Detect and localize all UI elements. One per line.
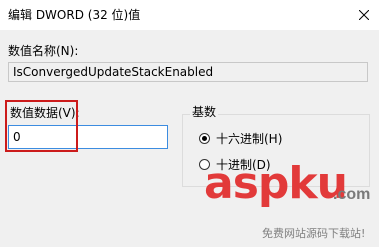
value-name-label: 数值名称(N):: [8, 44, 79, 58]
radio-hex-button[interactable]: [199, 133, 210, 144]
close-button[interactable]: [349, 0, 379, 30]
radio-hex-label: 十六进制(H): [216, 132, 283, 146]
watermark-subtitle: 免费网站源码下载站!: [262, 227, 366, 240]
base-group-title: 基数: [190, 103, 219, 120]
watermark-brand: aspku: [204, 158, 348, 209]
watermark-suffix: .com: [333, 186, 371, 203]
value-name-field: IsConvergedUpdateStackEnabled: [8, 62, 368, 82]
radio-hex[interactable]: 十六进制(H): [199, 130, 282, 147]
highlight-box: [5, 100, 78, 152]
close-icon: [359, 10, 369, 20]
window-title: 编辑 DWORD (32 位)值: [8, 8, 141, 22]
title-bar: 编辑 DWORD (32 位)值: [0, 0, 379, 30]
